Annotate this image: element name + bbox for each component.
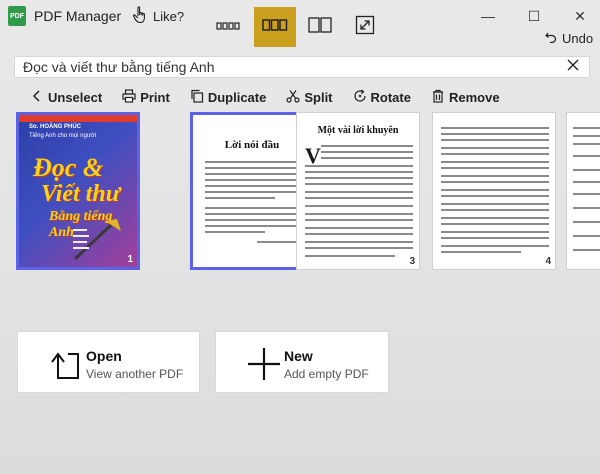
print-label: Print — [140, 89, 170, 105]
page-thumbnail-4[interactable]: 4 — [432, 112, 556, 270]
open-card-title: Open — [86, 348, 122, 364]
unselect-button[interactable]: Unselect — [30, 89, 102, 106]
trash-icon — [431, 89, 445, 106]
view-small-button[interactable] — [207, 7, 249, 47]
like-button[interactable]: Like? — [132, 5, 185, 27]
clear-title-button[interactable] — [565, 59, 581, 75]
minimize-button[interactable]: — — [478, 6, 498, 26]
plus-icon — [246, 346, 282, 382]
copy-icon — [190, 89, 204, 106]
new-card-title: New — [284, 348, 313, 364]
open-file-icon — [48, 346, 84, 382]
split-label: Split — [304, 89, 333, 105]
page-thumbnail-3[interactable]: Một vài lời khuyên V 3 — [296, 112, 420, 270]
page-heading: Một vài lời khuyên — [317, 125, 399, 136]
grid-large-icon — [308, 16, 332, 38]
hand-pointer-icon — [132, 5, 148, 27]
fullscreen-button[interactable] — [344, 7, 386, 47]
view-medium-button[interactable] — [254, 7, 296, 47]
rotate-label: Rotate — [370, 89, 411, 105]
document-title-field — [14, 56, 590, 78]
open-pdf-card[interactable]: Open View another PDF — [17, 331, 200, 393]
undo-button[interactable]: Undo — [545, 31, 593, 46]
split-button[interactable]: Split — [286, 89, 333, 106]
cover-title-line2: Viết thư — [41, 181, 121, 207]
close-icon — [567, 58, 579, 76]
scissors-icon — [286, 89, 300, 106]
page-thumbnail-1[interactable]: So. HOÀNG PHÚC Tiếng Anh cho mọi người Đ… — [16, 112, 140, 270]
remove-label: Remove — [448, 89, 500, 105]
open-card-subtitle: View another PDF — [86, 367, 184, 381]
duplicate-button[interactable]: Duplicate — [190, 89, 267, 106]
page-number: 3 — [409, 256, 415, 267]
cover-author: So. HOÀNG PHÚC — [29, 124, 82, 130]
app-logo: PDF — [8, 6, 26, 26]
page-number: 4 — [545, 256, 551, 267]
chevron-left-icon — [30, 89, 44, 106]
new-card-subtitle: Add empty PDF — [284, 367, 369, 381]
cover-subtitle: Tiếng Anh cho mọi người — [29, 133, 97, 139]
undo-label: Undo — [562, 31, 594, 46]
grid-small-icon — [216, 18, 240, 36]
page-thumbnails: So. HOÀNG PHÚC Tiếng Anh cho mọi người Đ… — [16, 112, 600, 270]
maximize-button[interactable]: ☐ — [524, 6, 544, 26]
like-label: Like? — [153, 8, 185, 24]
grid-medium-icon — [262, 18, 288, 36]
page-number: 1 — [127, 254, 133, 265]
page-thumbnail-5[interactable] — [566, 112, 600, 270]
print-button[interactable]: Print — [122, 88, 170, 106]
fullscreen-icon — [355, 15, 375, 40]
view-large-button[interactable] — [299, 7, 341, 47]
rotate-button[interactable]: Rotate — [353, 88, 411, 106]
duplicate-label: Duplicate — [207, 89, 267, 105]
undo-icon — [545, 31, 557, 46]
app-title: PDF Manager — [34, 8, 122, 24]
page-heading: Lời nói đầu — [224, 139, 280, 151]
title-bar: PDF PDF Manager Like? — ☐ ✕ Undo — [0, 0, 600, 50]
close-button[interactable]: ✕ — [570, 6, 590, 26]
page-toolbar: Unselect Print Duplicate Split Rotate Re… — [30, 87, 520, 107]
pen-illustration — [73, 219, 121, 261]
rotate-icon — [353, 88, 367, 106]
new-pdf-card[interactable]: New Add empty PDF — [215, 331, 389, 393]
document-title-input[interactable] — [23, 58, 563, 76]
unselect-label: Unselect — [48, 89, 103, 105]
cover-title-line1: Đọc & — [33, 153, 104, 182]
printer-icon — [122, 88, 136, 106]
cover-image: So. HOÀNG PHÚC Tiếng Anh cho mọi người Đ… — [19, 115, 137, 267]
remove-button[interactable]: Remove — [431, 89, 500, 106]
